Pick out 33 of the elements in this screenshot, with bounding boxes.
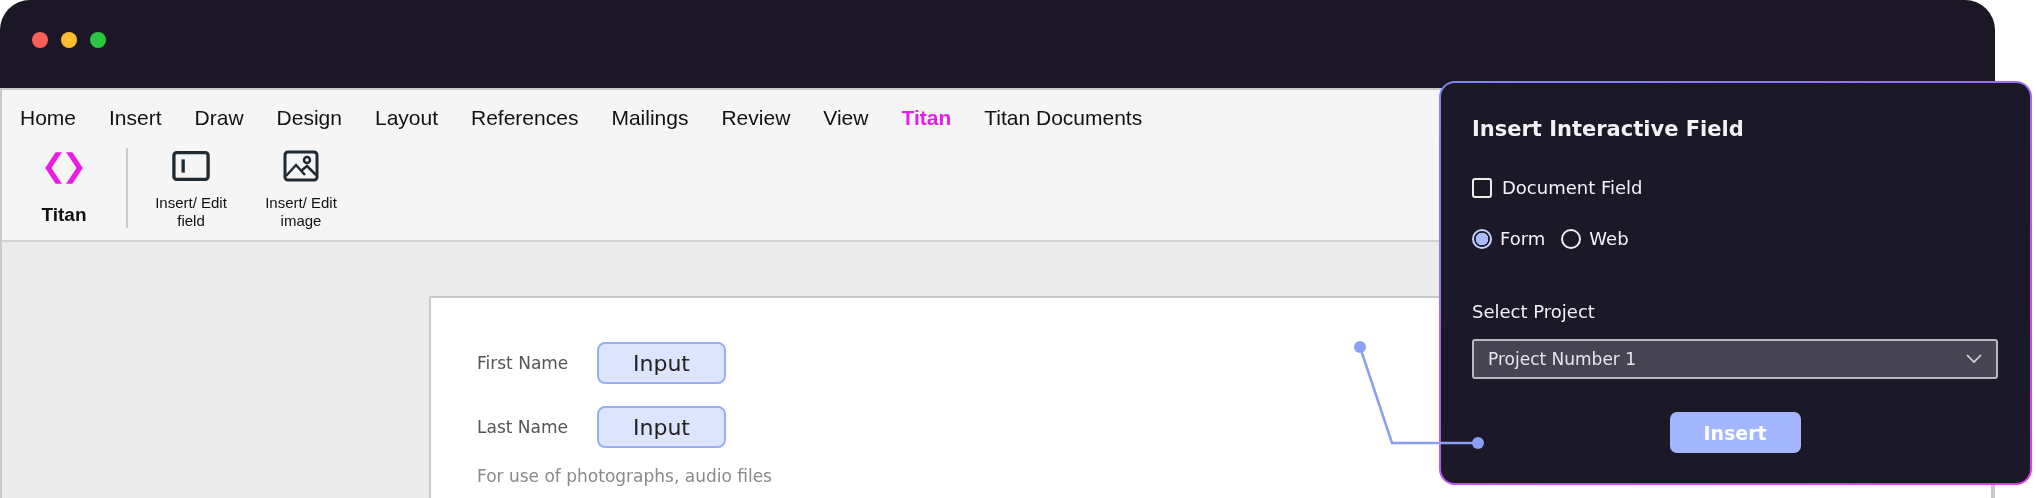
window-button[interactable] xyxy=(61,32,77,48)
ribbon-tab[interactable]: References xyxy=(471,106,579,130)
radio-label: Web xyxy=(1589,228,1629,249)
image-icon xyxy=(282,150,320,182)
checkbox-label: Document Field xyxy=(1502,177,1643,198)
ribbon-tab[interactable]: Design xyxy=(276,106,342,130)
input-field[interactable]: Input xyxy=(597,342,726,384)
radio-button[interactable] xyxy=(1472,228,1492,249)
radio-button[interactable] xyxy=(1561,228,1582,249)
project-dropdown[interactable]: Project Number 1 xyxy=(1472,339,1998,379)
ribbon-tab[interactable]: Titan Documents xyxy=(984,106,1143,130)
titan-label: Titan xyxy=(41,204,87,226)
hint-text: For use of photographs, audio files xyxy=(477,466,773,486)
window-button[interactable] xyxy=(90,32,106,48)
checkbox[interactable] xyxy=(1472,177,1492,198)
ribbon-tab[interactable]: Mailings xyxy=(611,106,689,130)
chevron-down-icon xyxy=(1966,354,1982,364)
ribbon-tab[interactable]: Draw xyxy=(194,106,244,130)
select-label: Select Project xyxy=(1472,301,1596,322)
field-label: Last Name xyxy=(477,417,569,437)
input-field[interactable]: Input xyxy=(597,406,726,448)
ribbon-tab[interactable]: Insert xyxy=(109,106,162,130)
panel-title: Insert Interactive Field xyxy=(1472,117,1745,141)
ribbon-tab[interactable]: Layout xyxy=(374,106,438,130)
insert-field-button[interactable]: Insert/ Edit field xyxy=(142,144,240,230)
ribbon-tab[interactable]: Home xyxy=(20,106,77,130)
text-field-icon xyxy=(172,150,210,182)
ribbon-tab[interactable]: View xyxy=(823,106,869,130)
insert-image-button[interactable]: Insert/ Edit image xyxy=(252,144,350,230)
field-label: First Name xyxy=(477,353,570,373)
ribbon-tab[interactable]: Review xyxy=(721,106,791,130)
radio-label: Form xyxy=(1500,228,1546,249)
window-button[interactable] xyxy=(32,32,48,48)
